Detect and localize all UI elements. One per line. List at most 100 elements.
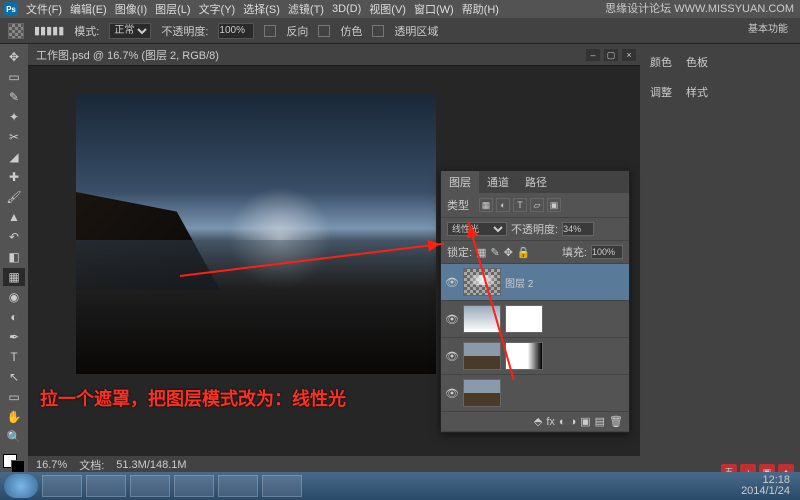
- close-icon[interactable]: ×: [622, 49, 636, 61]
- filter-adjust-icon[interactable]: ◐: [496, 198, 510, 212]
- taskbar-clock[interactable]: 12:18 2014/1/24: [741, 475, 796, 497]
- zoom-value[interactable]: 16.7%: [36, 459, 67, 471]
- move-tool[interactable]: ✥: [3, 48, 25, 66]
- trans-checkbox[interactable]: [372, 25, 384, 37]
- windows-taskbar: 12:18 2014/1/24: [0, 472, 800, 500]
- layer-row-1[interactable]: 👁: [441, 301, 629, 338]
- marquee-tool[interactable]: ▭: [3, 68, 25, 86]
- path-tool[interactable]: ↖: [3, 368, 25, 386]
- fill-label: 填充:: [562, 244, 587, 260]
- visibility-icon[interactable]: 👁: [445, 276, 459, 289]
- tab-layers[interactable]: 图层: [441, 171, 479, 193]
- menu-3d[interactable]: 3D(D): [332, 3, 361, 15]
- menu-help[interactable]: 帮助(H): [462, 1, 499, 17]
- minimize-icon[interactable]: –: [586, 49, 600, 61]
- menu-file[interactable]: 文件(F): [26, 1, 62, 17]
- trash-icon[interactable]: 🗑: [609, 415, 623, 428]
- taskbar-app[interactable]: [262, 475, 302, 497]
- shape-tool[interactable]: ▭: [3, 388, 25, 406]
- brush-tool[interactable]: 🖌: [3, 188, 25, 206]
- lock-pos-icon[interactable]: ✥: [504, 246, 513, 259]
- gradient-type-icons[interactable]: ▮▮▮▮▮: [34, 24, 64, 37]
- lasso-tool[interactable]: ✎: [3, 88, 25, 106]
- menu-type[interactable]: 文字(Y): [199, 1, 236, 17]
- gradient-tool[interactable]: ▦: [3, 268, 25, 286]
- new-layer-icon[interactable]: ▤: [595, 415, 605, 428]
- tab-channels[interactable]: 通道: [479, 171, 517, 193]
- lock-all-icon[interactable]: 🔒: [517, 246, 531, 259]
- filter-kind-label: 类型: [447, 197, 469, 213]
- layer-mask-thumb[interactable]: [505, 305, 543, 333]
- menu-filter[interactable]: 滤镜(T): [288, 1, 324, 17]
- lock-paint-icon[interactable]: ✎: [490, 246, 499, 259]
- pen-tool[interactable]: ✒: [3, 328, 25, 346]
- layer-row-2[interactable]: 👁: [441, 338, 629, 375]
- start-button[interactable]: [4, 474, 38, 498]
- layer-row-3[interactable]: 👁: [441, 375, 629, 412]
- layer-opacity-input[interactable]: [562, 222, 594, 236]
- taskbar-app[interactable]: [174, 475, 214, 497]
- options-bar: ▮▮▮▮▮ 模式: 正常 不透明度: 反向 仿色 透明区域: [0, 18, 800, 44]
- filter-type-icon[interactable]: T: [513, 198, 527, 212]
- tab-paths[interactable]: 路径: [517, 171, 555, 193]
- taskbar-app[interactable]: [130, 475, 170, 497]
- right-panels: 颜色色板 调整样式: [640, 44, 800, 474]
- menu-select[interactable]: 选择(S): [243, 1, 280, 17]
- maximize-icon[interactable]: ▢: [604, 49, 618, 61]
- dodge-tool[interactable]: ◐: [3, 308, 25, 326]
- eyedropper-tool[interactable]: ◢: [3, 148, 25, 166]
- filter-smart-icon[interactable]: ▣: [547, 198, 561, 212]
- wand-tool[interactable]: ✦: [3, 108, 25, 126]
- menu-image[interactable]: 图像(I): [115, 1, 147, 17]
- menu-layer[interactable]: 图层(L): [155, 1, 190, 17]
- lock-label: 锁定:: [447, 244, 472, 260]
- filter-pixel-icon[interactable]: ▦: [479, 198, 493, 212]
- crop-tool[interactable]: ✂: [3, 128, 25, 146]
- blend-mode-select[interactable]: 正常: [109, 23, 151, 39]
- mask-icon[interactable]: ◐: [559, 416, 566, 428]
- opacity-input[interactable]: [218, 23, 254, 39]
- hand-tool[interactable]: ✋: [3, 408, 25, 426]
- watermark-site: 思缘设计论坛: [605, 3, 671, 15]
- ps-logo: Ps: [4, 2, 18, 16]
- layer-thumb[interactable]: [463, 379, 501, 407]
- reverse-checkbox[interactable]: [264, 25, 276, 37]
- menu-edit[interactable]: 编辑(E): [70, 1, 107, 17]
- workspace-preset[interactable]: 基本功能: [740, 18, 796, 37]
- swatch-panel-tab[interactable]: 色板: [682, 52, 712, 72]
- taskbar-ie[interactable]: [86, 475, 126, 497]
- zoom-tool[interactable]: 🔍: [3, 428, 25, 446]
- layer-name[interactable]: 图层 2: [505, 275, 533, 290]
- group-icon[interactable]: ▣: [580, 415, 590, 428]
- adjust-panel-tab[interactable]: 调整: [646, 82, 676, 102]
- history-brush-tool[interactable]: ↶: [3, 228, 25, 246]
- canvas[interactable]: [76, 94, 436, 374]
- layer-thumb[interactable]: [463, 342, 501, 370]
- visibility-icon[interactable]: 👁: [445, 313, 459, 326]
- menu-view[interactable]: 视图(V): [369, 1, 406, 17]
- annotation-text: 拉一个遮罩，把图层模式改为：线性光: [40, 385, 346, 411]
- filter-shape-icon[interactable]: ▱: [530, 198, 544, 212]
- link-icon[interactable]: ⬘: [534, 415, 542, 428]
- visibility-icon[interactable]: 👁: [445, 387, 459, 400]
- dither-checkbox[interactable]: [318, 25, 330, 37]
- eraser-tool[interactable]: ◧: [3, 248, 25, 266]
- adjust-layer-icon[interactable]: ◑: [570, 416, 577, 428]
- heal-tool[interactable]: ✚: [3, 168, 25, 186]
- clock-date: 2014/1/24: [741, 486, 790, 497]
- document-tab[interactable]: 工作图.psd @ 16.7% (图层 2, RGB/8) – ▢ ×: [28, 44, 640, 66]
- fill-input[interactable]: [591, 245, 623, 259]
- layer-row-0[interactable]: 👁 图层 2: [441, 264, 629, 301]
- styles-panel-tab[interactable]: 样式: [682, 82, 712, 102]
- menu-window[interactable]: 窗口(W): [414, 1, 454, 17]
- color-panel-tab[interactable]: 颜色: [646, 52, 676, 72]
- taskbar-explorer[interactable]: [42, 475, 82, 497]
- doc-size-label: 文档:: [79, 457, 104, 473]
- stamp-tool[interactable]: ▲: [3, 208, 25, 226]
- gradient-preview[interactable]: [8, 23, 24, 39]
- taskbar-photoshop[interactable]: [218, 475, 258, 497]
- type-tool[interactable]: T: [3, 348, 25, 366]
- visibility-icon[interactable]: 👁: [445, 350, 459, 363]
- blur-tool[interactable]: ◉: [3, 288, 25, 306]
- fx-icon[interactable]: fx: [546, 416, 555, 428]
